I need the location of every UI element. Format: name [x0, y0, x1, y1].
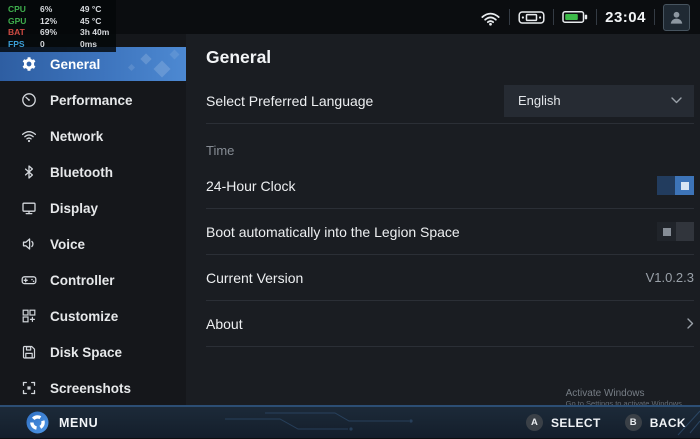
current-version-label: Current Version [206, 270, 303, 286]
stat-row-fps: FPS 0 0ms [8, 39, 116, 51]
back-action-hint[interactable]: B BACK [625, 414, 686, 431]
back-action-label: BACK [650, 416, 686, 430]
button-a-badge: A [526, 414, 543, 431]
wifi-icon [480, 9, 501, 26]
bluetooth-icon [20, 164, 37, 180]
divider [553, 9, 554, 25]
controller-icon [20, 272, 37, 288]
diamond-decoration [154, 61, 171, 78]
diamond-decoration [170, 50, 180, 60]
sidebar-item-voice[interactable]: Voice [0, 226, 186, 262]
wifi-icon [20, 128, 37, 144]
language-dropdown[interactable]: English [504, 85, 694, 117]
sidebar-item-screenshots[interactable]: Screenshots [0, 370, 186, 406]
sidebar-item-label: Customize [50, 309, 118, 324]
watermark-line1: Activate Windows [566, 388, 684, 399]
menu-button-label: MENU [59, 416, 98, 430]
page-title: General [206, 47, 694, 68]
stat-detail: 49 °C [80, 4, 116, 16]
sidebar-item-label: Network [50, 129, 103, 144]
chevron-down-icon [671, 97, 682, 104]
sidebar-item-label: Performance [50, 93, 133, 108]
sidebar-item-network[interactable]: Network [0, 118, 186, 154]
customize-icon [20, 308, 37, 324]
sidebar-item-general[interactable]: General [0, 47, 186, 81]
toggle-knob [657, 222, 676, 241]
sidebar-item-bluetooth[interactable]: Bluetooth [0, 154, 186, 190]
current-version-value: V1.0.2.3 [646, 270, 694, 285]
performance-stats-overlay: CPU 6% 49 °C GPU 12% 45 °C BAT 69% 3h 40… [0, 0, 116, 52]
chevron-right-icon [687, 318, 694, 329]
user-avatar[interactable] [663, 4, 690, 31]
boot-legion-space-toggle[interactable] [657, 222, 694, 241]
stat-detail: 45 °C [80, 16, 116, 28]
sidebar-item-display[interactable]: Display [0, 190, 186, 226]
stat-row-gpu: GPU 12% 45 °C [8, 16, 116, 28]
current-version-row: Current Version V1.0.2.3 [206, 255, 694, 301]
clock-24h-toggle[interactable] [657, 176, 694, 195]
sidebar-item-label: Voice [50, 237, 85, 252]
stat-label: FPS [8, 39, 40, 51]
battery-icon [562, 9, 588, 25]
stat-row-cpu: CPU 6% 49 °C [8, 4, 116, 16]
divider [596, 9, 597, 25]
select-action-hint[interactable]: A SELECT [526, 414, 601, 431]
settings-sidebar: General Performance Network [0, 34, 186, 405]
boot-legion-space-label: Boot automatically into the Legion Space [206, 224, 460, 240]
sidebar-item-label: Bluetooth [50, 165, 113, 180]
clock: 23:04 [605, 9, 646, 26]
settings-panel-general: General Select Preferred Language Englis… [186, 34, 700, 405]
time-section-label: Time [206, 137, 694, 163]
button-b-badge: B [625, 414, 642, 431]
language-row: Select Preferred Language English [206, 78, 694, 124]
clock-24h-row: 24-Hour Clock [206, 163, 694, 209]
disk-icon [20, 344, 37, 360]
clock-24h-label: 24-Hour Clock [206, 178, 295, 194]
boot-legion-space-row: Boot automatically into the Legion Space [206, 209, 694, 255]
about-row[interactable]: About [206, 301, 694, 347]
stat-label: CPU [8, 4, 40, 16]
divider [654, 9, 655, 25]
gear-icon [20, 56, 37, 72]
stat-detail: 0ms [80, 39, 116, 51]
stat-value: 6% [40, 4, 80, 16]
sidebar-item-customize[interactable]: Customize [0, 298, 186, 334]
circuit-decoration [225, 409, 485, 439]
toggle-knob [675, 176, 694, 195]
menu-button[interactable]: MENU [26, 411, 98, 434]
stat-detail: 3h 40m [80, 27, 116, 39]
performance-icon [20, 92, 37, 108]
display-icon [20, 200, 37, 216]
about-label: About [206, 316, 243, 332]
stat-row-bat: BAT 69% 3h 40m [8, 27, 116, 39]
diamond-decoration [128, 64, 135, 71]
stat-value: 12% [40, 16, 80, 28]
stat-label: BAT [8, 27, 40, 39]
language-label: Select Preferred Language [206, 93, 373, 109]
sidebar-item-label: Display [50, 201, 98, 216]
sidebar-item-label: General [50, 57, 100, 72]
handheld-console-icon [518, 9, 545, 26]
legion-logo [26, 411, 49, 434]
stat-label: GPU [8, 16, 40, 28]
voice-icon [20, 236, 37, 252]
stat-value: 69% [40, 27, 80, 39]
language-selected-value: English [518, 93, 561, 108]
stat-value: 0 [40, 39, 80, 51]
sidebar-item-label: Controller [50, 273, 115, 288]
divider [509, 9, 510, 25]
sidebar-item-disk-space[interactable]: Disk Space [0, 334, 186, 370]
select-action-label: SELECT [551, 416, 601, 430]
screenshot-icon [20, 380, 37, 396]
bottom-action-bar: MENU A SELECT B BACK [0, 405, 700, 438]
diamond-decoration [140, 53, 151, 64]
sidebar-item-label: Screenshots [50, 381, 131, 396]
sidebar-item-label: Disk Space [50, 345, 122, 360]
sidebar-item-performance[interactable]: Performance [0, 82, 186, 118]
sidebar-item-controller[interactable]: Controller [0, 262, 186, 298]
